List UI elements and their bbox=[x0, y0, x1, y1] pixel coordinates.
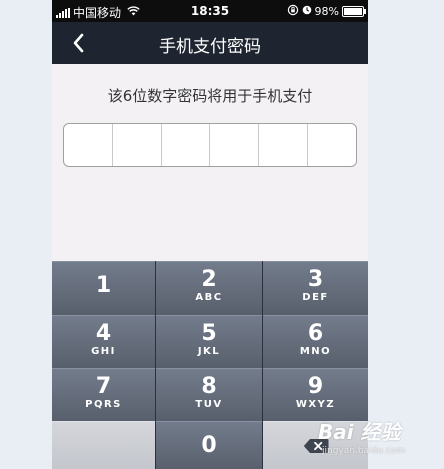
key-digit: 3 bbox=[307, 267, 324, 292]
alarm-icon bbox=[302, 5, 312, 18]
key-blank bbox=[52, 421, 155, 469]
status-right: 98% bbox=[287, 4, 366, 19]
pin-digit-cell bbox=[113, 124, 162, 166]
watermark-url: jingyan.baidu.com bbox=[322, 446, 406, 456]
pin-input[interactable] bbox=[63, 123, 357, 167]
watermark-logo: Bai 经验 bbox=[318, 420, 401, 444]
key-3[interactable]: 3 DEF bbox=[263, 261, 368, 315]
rotation-lock-icon bbox=[287, 4, 299, 19]
key-0[interactable]: 0 bbox=[156, 421, 262, 469]
key-letters: MNO bbox=[299, 346, 332, 357]
key-digit: 6 bbox=[307, 321, 324, 346]
key-letters: JKL bbox=[197, 346, 221, 357]
key-7[interactable]: 7 PQRS bbox=[52, 368, 155, 421]
pin-digit-cell bbox=[259, 124, 309, 166]
pin-digit-cell bbox=[162, 124, 211, 166]
key-8[interactable]: 8 TUV bbox=[156, 368, 262, 421]
pin-prompt: 该6位数字密码将用于手机支付 bbox=[107, 87, 313, 105]
key-digit: 0 bbox=[201, 433, 217, 458]
key-1[interactable]: 1 bbox=[52, 261, 155, 315]
key-letters: DEF bbox=[302, 292, 329, 303]
phone-screen: 中国移动 18:35 98% 手机支付密码 该6位数字密码将用于手机支付 1 2A… bbox=[52, 0, 368, 469]
key-digit: 8 bbox=[201, 374, 217, 399]
battery-percent: 98% bbox=[314, 5, 339, 18]
key-digit: 5 bbox=[201, 321, 217, 346]
battery-icon bbox=[342, 6, 366, 17]
key-6[interactable]: 6 MNO bbox=[263, 315, 368, 368]
key-2[interactable]: 2 ABC bbox=[156, 261, 262, 315]
key-digit: 2 bbox=[201, 267, 217, 292]
key-letters: ABC bbox=[195, 292, 223, 303]
key-4[interactable]: 4 GHI bbox=[52, 315, 155, 368]
pin-digit-cell bbox=[308, 124, 356, 166]
battery-fill bbox=[344, 8, 362, 15]
key-letters: TUV bbox=[195, 399, 223, 410]
key-letters: GHI bbox=[91, 346, 116, 357]
key-5[interactable]: 5 JKL bbox=[156, 315, 262, 368]
pin-digit-cell bbox=[64, 124, 113, 166]
key-digit: 7 bbox=[95, 374, 112, 399]
key-letters: PQRS bbox=[85, 399, 122, 410]
key-digit: 1 bbox=[95, 273, 112, 298]
key-digit: 4 bbox=[95, 321, 112, 346]
key-digit: 9 bbox=[307, 374, 324, 399]
pin-digit-cell bbox=[210, 124, 260, 166]
status-bar: 中国移动 18:35 98% bbox=[52, 0, 368, 22]
watermark: Bai 经验 jingyan.baidu.com bbox=[318, 412, 443, 468]
nav-bar: 手机支付密码 bbox=[52, 22, 368, 64]
page-title: 手机支付密码 bbox=[159, 37, 261, 57]
key-letters: WXYZ bbox=[295, 399, 336, 410]
